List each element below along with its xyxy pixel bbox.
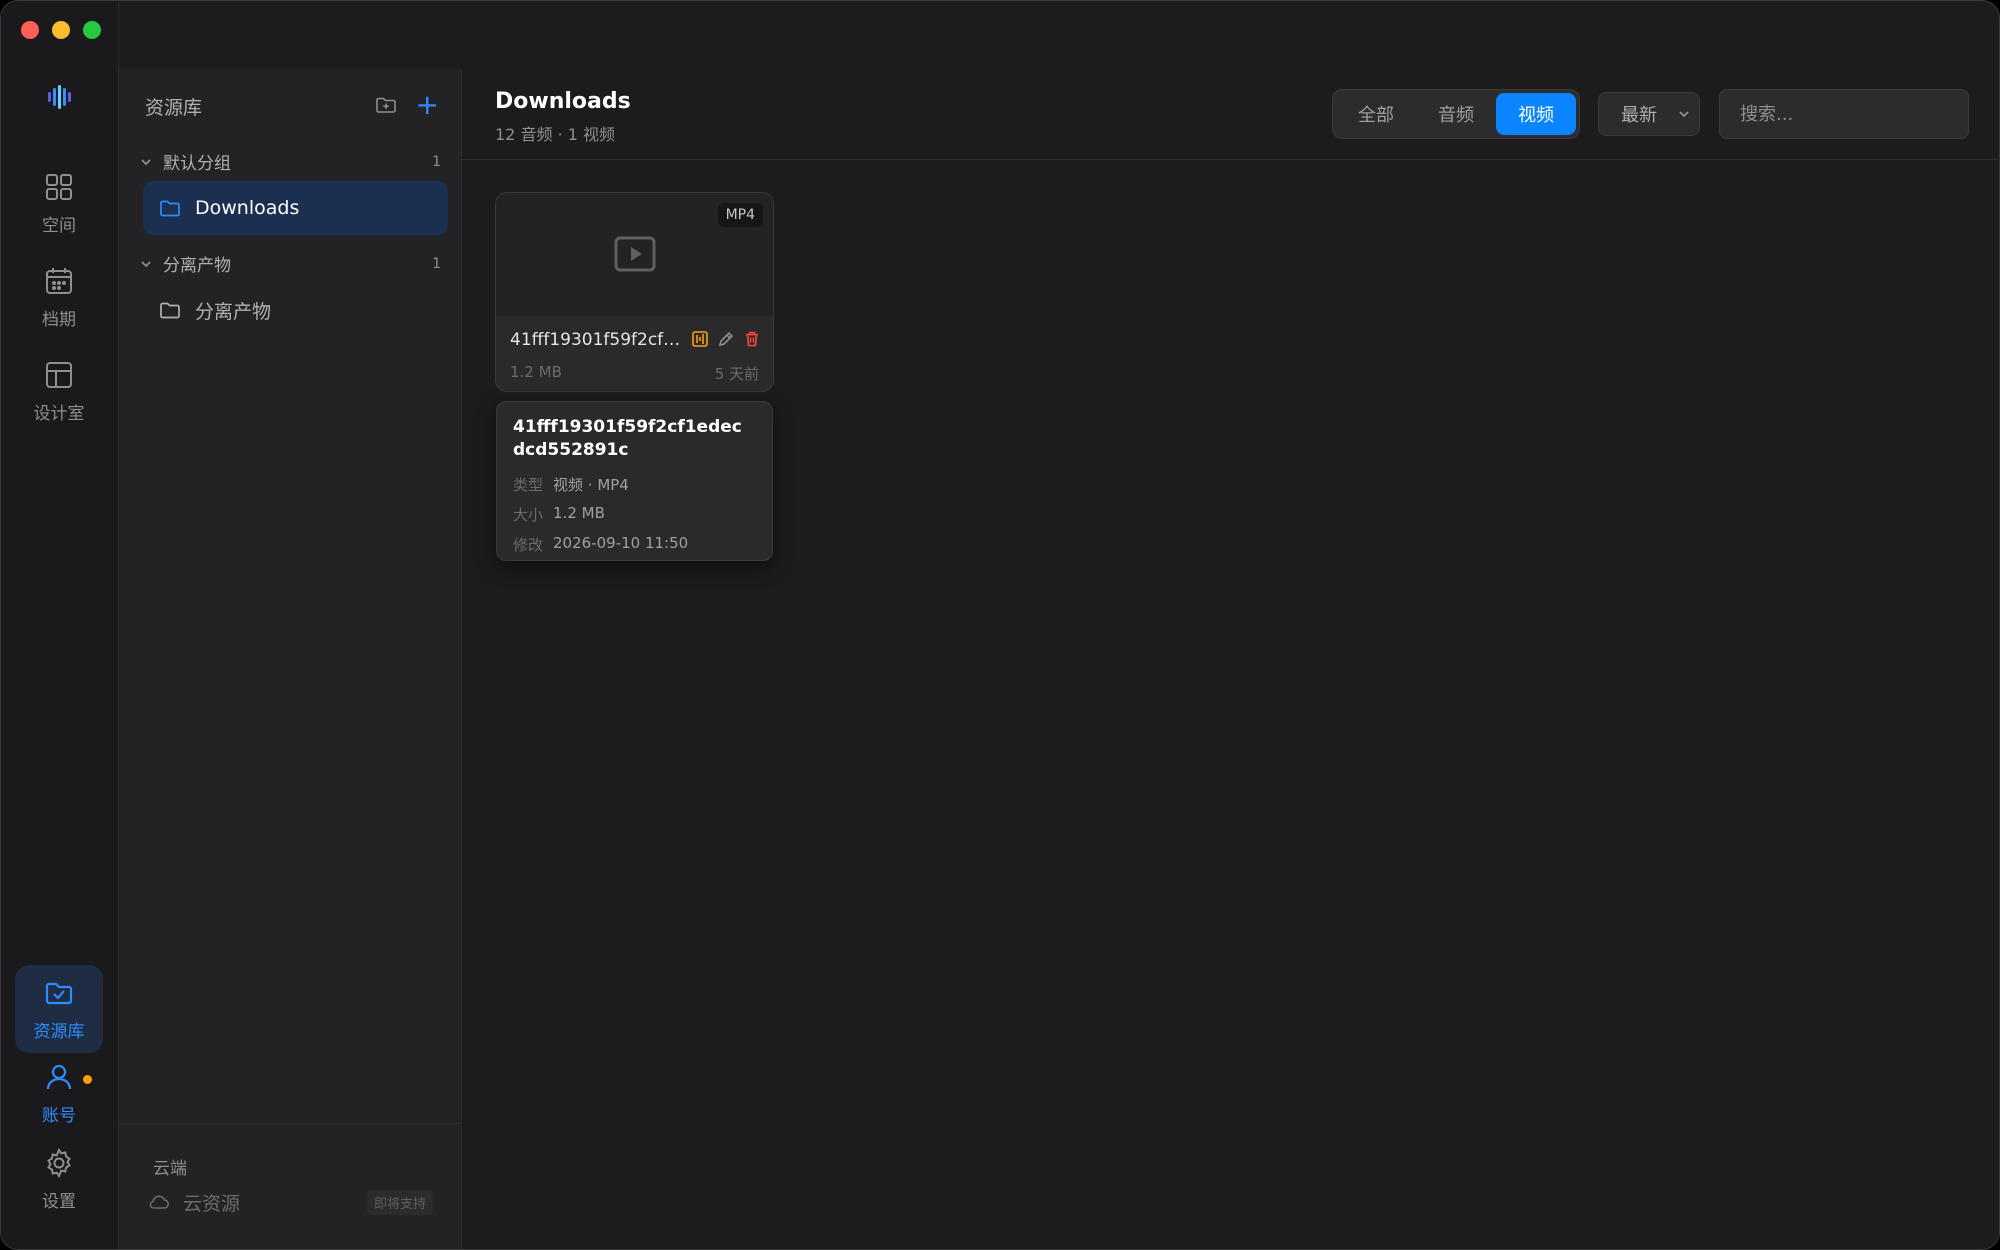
group-name: 默认分组 <box>163 154 231 174</box>
rail-item-label: 设计室 <box>33 403 85 424</box>
rail-item-label: 资源库 <box>33 1021 85 1042</box>
folder-downloads[interactable]: Downloads <box>143 181 448 235</box>
media-size: 1.2 MB <box>510 363 562 381</box>
tooltip-key: 类型 <box>513 476 544 494</box>
tooltip-row-type: 类型 视频 · MP4 <box>513 474 756 495</box>
type-filter: 全部 音频 视频 <box>1332 89 1580 139</box>
sort-label: 最新 <box>1621 105 1657 126</box>
page-subtitle: 12 音频 · 1 视频 <box>495 125 615 144</box>
calendar-icon <box>46 267 72 294</box>
coming-soon-badge: 即将支持 <box>366 1189 433 1215</box>
folder-icon <box>160 200 180 217</box>
library-actions: + <box>374 91 439 119</box>
folder-label: 分离产物 <box>195 300 272 323</box>
delete-icon[interactable] <box>743 330 761 348</box>
maximize-window-button[interactable] <box>83 21 101 39</box>
rail-item-settings[interactable]: 设置 <box>15 1135 103 1223</box>
edit-icon[interactable] <box>717 330 735 348</box>
folder-check-icon <box>45 982 73 1004</box>
tooltip-row-size: 大小 1.2 MB <box>513 504 756 525</box>
rail-item-library[interactable]: 资源库 <box>15 965 103 1053</box>
group-count: 1 <box>432 255 441 272</box>
sort-select[interactable]: 最新 <box>1598 92 1700 136</box>
new-folder-icon[interactable] <box>374 93 398 117</box>
minimize-window-button[interactable] <box>52 21 70 39</box>
library-sidebar: 资源库 + 默认分组 1 Downloads 分离产物 1 分离产物 云端 云资… <box>119 69 462 1249</box>
app-window: 空间 档期 设计室 资源库 账号 设置 资源库 + 默认分组 1 Downloa… <box>0 0 2000 1250</box>
cloud-item-label: 云资源 <box>183 1192 241 1215</box>
rail-item-label: 账号 <box>42 1105 76 1126</box>
main-content: Downloads 12 音频 · 1 视频 全部 音频 视频 最新 MP4 4… <box>462 69 1999 1249</box>
divider <box>119 1123 461 1124</box>
tab-video[interactable]: 视频 <box>1496 93 1576 135</box>
rail-item-schedule[interactable]: 档期 <box>15 253 103 341</box>
user-icon <box>46 1064 72 1089</box>
tab-all[interactable]: 全部 <box>1336 93 1416 135</box>
library-title: 资源库 <box>145 97 203 119</box>
close-window-button[interactable] <box>21 21 39 39</box>
tab-audio[interactable]: 音频 <box>1416 93 1496 135</box>
media-thumbnail[interactable]: MP4 <box>496 193 773 316</box>
cloud-section-title: 云端 <box>153 1159 187 1179</box>
rail-item-account[interactable]: 账号 <box>15 1049 103 1137</box>
folder-icon <box>160 302 180 319</box>
cloud-resources-item: 云资源 即将支持 <box>147 1186 433 1218</box>
group-count: 1 <box>432 153 441 170</box>
tooltip-key: 大小 <box>513 506 544 524</box>
notification-dot <box>83 1075 92 1084</box>
rail-item-label: 档期 <box>42 309 76 330</box>
chevron-down-icon <box>141 260 151 267</box>
nav-rail: 空间 档期 设计室 资源库 账号 设置 <box>1 1 119 1249</box>
tooltip-value: 视频 · MP4 <box>553 476 629 494</box>
tooltip-title: 41fff19301f59f2cf1edecdcd552891c <box>513 417 742 460</box>
chevron-down-icon <box>1679 111 1689 118</box>
media-info-tooltip: 41fff19301f59f2cf1edecdcd552891c 类型 视频 ·… <box>496 401 773 561</box>
tooltip-value: 1.2 MB <box>553 504 605 522</box>
rail-item-space[interactable]: 空间 <box>15 159 103 247</box>
media-card[interactable]: MP4 41fff19301f59f2cf1edecdcd552891c 1.2… <box>495 192 774 392</box>
group-header-default[interactable]: 默认分组 1 <box>139 149 441 174</box>
rail-item-label: 设置 <box>42 1191 76 1212</box>
media-time: 5 天前 <box>714 365 759 383</box>
group-name: 分离产物 <box>163 256 231 276</box>
grid-icon <box>46 173 72 200</box>
cloud-icon <box>149 1195 170 1209</box>
gear-icon <box>47 1147 71 1178</box>
app-logo-icon <box>48 85 71 109</box>
chevron-down-icon <box>141 158 151 165</box>
play-icon <box>614 236 656 272</box>
rail-item-label: 空间 <box>42 215 76 236</box>
separate-icon[interactable] <box>691 330 709 348</box>
tooltip-value: 2026-09-10 11:50 <box>553 534 689 552</box>
layout-icon <box>46 361 72 388</box>
folder-separated[interactable]: 分离产物 <box>143 283 448 337</box>
window-controls <box>21 21 101 39</box>
tooltip-key: 修改 <box>513 536 544 554</box>
add-icon[interactable]: + <box>416 91 439 119</box>
header-divider <box>462 159 1999 160</box>
page-title: Downloads <box>495 89 631 114</box>
media-name: 41fff19301f59f2cf1edecdcd552891c <box>510 330 688 350</box>
search-input[interactable] <box>1719 89 1969 139</box>
tooltip-row-modified: 修改 2026-09-10 11:50 <box>513 534 756 555</box>
format-badge: MP4 <box>717 203 763 227</box>
card-actions <box>691 330 761 348</box>
group-header-separated[interactable]: 分离产物 1 <box>139 251 441 276</box>
folder-label: Downloads <box>195 197 300 219</box>
rail-item-design-studio[interactable]: 设计室 <box>15 347 103 435</box>
